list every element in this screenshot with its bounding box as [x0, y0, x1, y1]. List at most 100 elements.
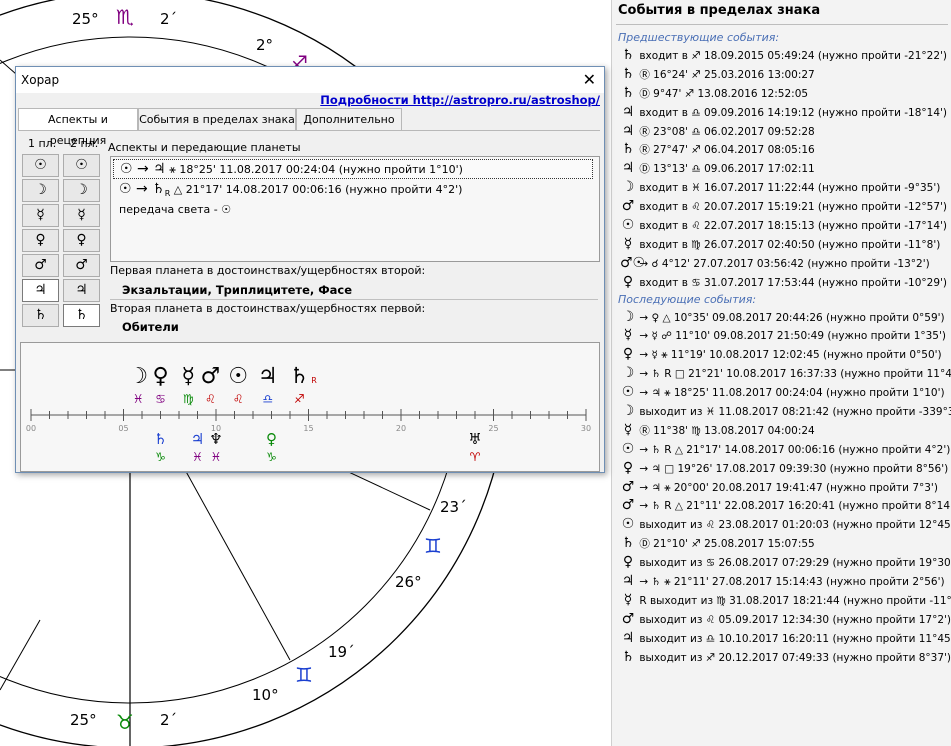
- planet-button-2-mercury[interactable]: ☿: [63, 204, 100, 227]
- planet-icon: ♄: [621, 65, 635, 82]
- events-panel: События в пределах знака Предшествующие …: [611, 0, 951, 746]
- planet-icon: ♂: [621, 478, 635, 495]
- planet-icon: ☿: [181, 364, 195, 389]
- planet-icon: ♃: [621, 629, 635, 646]
- sign-icon: ♑: [266, 450, 277, 464]
- event-row: ♀ → ♃ □ 19°26' 17.08.2017 09:39:30 (нужн…: [612, 459, 951, 478]
- second-planet-label: Вторая планета в достоинствах/ущербностя…: [110, 302, 426, 315]
- tick-label: 20: [396, 424, 406, 433]
- planet-icon: ♃: [621, 122, 635, 139]
- tab-additional[interactable]: Дополнительно: [296, 108, 402, 130]
- planet-icon: ♀: [622, 554, 634, 571]
- planet-icon: ☽: [128, 364, 148, 389]
- event-text: → ♄ R □ 21°21' 10.08.2017 16:37:33 (нужн…: [636, 368, 951, 381]
- aspect-row[interactable]: передача света - ☉: [113, 201, 231, 219]
- planet-button-2-sun[interactable]: ☉: [63, 154, 100, 177]
- planet-button-1-mercury[interactable]: ☿: [22, 204, 59, 227]
- close-icon[interactable]: ✕: [583, 67, 596, 93]
- event-row: ♂ → ♃ ⚹ 20°00' 20.08.2017 19:41:47 (нужн…: [612, 478, 951, 497]
- event-row: ♃ Ⓓ 13°13' ♎ 09.06.2017 17:02:11: [612, 159, 951, 178]
- event-row: ♄ Ⓓ 21°10' ♐ 25.08.2017 15:07:55: [612, 534, 951, 553]
- event-text: → ♄ ⚹ 21°11' 27.08.2017 15:14:43 (нужно …: [636, 576, 945, 589]
- sign-icon: ♐: [294, 392, 305, 406]
- dialog-title: Хорар: [21, 73, 60, 87]
- event-text: Ⓓ 21°10' ♐ 25.08.2017 15:07:55: [636, 538, 815, 551]
- event-text: выходит из ♓ 11.08.2017 08:21:42 (нужно …: [636, 406, 951, 419]
- col1-header: 1 пл.: [28, 137, 57, 150]
- event-row: ♂☉ → ☌ 4°12' 27.07.2017 03:56:42 (нужно …: [612, 254, 951, 273]
- sign-icon: ♓: [211, 450, 222, 464]
- planet-button-1-mars[interactable]: ♂: [22, 254, 59, 277]
- event-text: входит в ♌ 22.07.2017 18:15:13 (нужно пр…: [636, 220, 947, 233]
- aspects-list[interactable]: ☉ → ♃ ⚹ 18°25' 11.08.2017 00:24:04 (нужн…: [110, 156, 600, 262]
- planet-icon: ♅: [468, 430, 481, 448]
- event-row: ☿ Ⓡ 11°38' ♍ 13.08.2017 04:00:24: [612, 421, 951, 440]
- event-row: ♃ → ♄ ⚹ 21°11' 27.08.2017 15:14:43 (нужн…: [612, 572, 951, 591]
- event-text: Ⓡ 23°08' ♎ 06.02.2017 09:52:28: [636, 125, 815, 138]
- sign-icon: ♓: [192, 450, 203, 464]
- event-text: → ♃ □ 19°26' 17.08.2017 09:39:30 (нужно …: [636, 462, 949, 475]
- planet-button-1-moon[interactable]: ☽: [22, 179, 59, 202]
- taurus-icon: ♉: [116, 710, 134, 734]
- planet-icon: ☉: [621, 440, 635, 457]
- planet-button-2-moon[interactable]: ☽: [63, 179, 100, 202]
- planet-button-1-jupiter[interactable]: ♃: [22, 279, 59, 302]
- aspect-glyphs: ☉ → ♄: [119, 181, 165, 197]
- planet-icon: ☉: [621, 217, 635, 234]
- event-row: ♄ Ⓡ 27°47' ♐ 06.04.2017 08:05:16: [612, 140, 951, 159]
- deg-label: 2´: [160, 10, 177, 28]
- event-row: ♄ выходит из ♐ 20.12.2017 07:49:33 (нужн…: [612, 648, 951, 667]
- planet-icon: ♃: [258, 364, 278, 389]
- planet-icon: ☽: [621, 403, 635, 420]
- planet-icon: ☽: [621, 179, 635, 196]
- event-text: Ⓓ 13°13' ♎ 09.06.2017 17:02:11: [636, 163, 815, 176]
- prev-events-label: Предшествующие события:: [618, 31, 780, 44]
- planet-icon: ☿: [623, 421, 633, 438]
- event-text: Ⓓ 9°47' ♐ 13.08.2016 12:52:05: [636, 87, 809, 100]
- planet-button-1-sun[interactable]: ☉: [22, 154, 59, 177]
- event-row: ♄ входит в ♐ 18.09.2015 05:49:24 (нужно …: [612, 46, 951, 65]
- event-row: ♀ выходит из ♋ 26.08.2017 07:29:29 (нужн…: [612, 553, 951, 572]
- aspect-glyphs: ☉ → ♃: [120, 161, 166, 177]
- planet-icon: ♄: [621, 141, 635, 158]
- planet-button-2-venus[interactable]: ♀: [63, 229, 100, 252]
- event-row: ☉ входит в ♌ 22.07.2017 18:15:13 (нужно …: [612, 216, 951, 235]
- details-link[interactable]: Подробности http://astropro.ru/astroshop…: [320, 93, 600, 107]
- planet-button-2-saturn[interactable]: ♄: [63, 304, 100, 327]
- aspect-text: ⚹ 18°25' 11.08.2017 00:24:04 (нужно прой…: [165, 163, 463, 176]
- event-text: выходит из ♌ 05.09.2017 12:34:30 (нужно …: [636, 613, 951, 626]
- planet-icon: ♂: [621, 198, 635, 215]
- deg-label: 26°: [395, 573, 422, 591]
- planet-icon: ♀: [622, 459, 634, 476]
- event-text: выходит из ♌ 23.08.2017 01:20:03 (нужно …: [636, 519, 951, 532]
- house-line: [0, 619, 41, 691]
- aspect-row[interactable]: ☉ → ♄R △ 21°17' 14.08.2017 00:06:16 (нуж…: [113, 180, 462, 198]
- planet-icon: ♂☉: [620, 254, 646, 271]
- sign-icon: ♌: [233, 392, 244, 406]
- planet-button-1-saturn[interactable]: ♄: [22, 304, 59, 327]
- planet-button-1-venus[interactable]: ♀: [22, 229, 59, 252]
- planet-icon: ☽: [621, 365, 635, 382]
- event-text: → ♃ ⚹ 18°25' 11.08.2017 00:24:04 (нужно …: [636, 387, 945, 400]
- tick-label: 25: [488, 424, 498, 433]
- planet-button-2-mars[interactable]: ♂: [63, 254, 100, 277]
- horary-dialog: Хорар ✕ Подробности http://astropro.ru/a…: [15, 66, 605, 473]
- gemini-icon: ♊: [295, 663, 313, 687]
- next-events-list: ☽ → ♀ △ 10°35' 09.08.2017 20:44:26 (нужн…: [612, 308, 951, 667]
- planet-icon: ♄: [621, 648, 635, 665]
- tab-sign-events[interactable]: События в пределах знака: [138, 108, 296, 130]
- aspect-row[interactable]: ☉ → ♃ ⚹ 18°25' 11.08.2017 00:24:04 (нужн…: [113, 159, 593, 179]
- divider: [110, 299, 598, 300]
- event-row: ☽ → ♀ △ 10°35' 09.08.2017 20:44:26 (нужн…: [612, 308, 951, 327]
- retrograde-mark: R: [311, 376, 317, 385]
- tick-label: 05: [118, 424, 128, 433]
- planet-button-2-jupiter[interactable]: ♃: [63, 279, 100, 302]
- event-text: → ♄ R △ 21°11' 22.08.2017 16:20:41 (нужн…: [636, 500, 951, 513]
- scorpio-icon: ♏: [116, 5, 134, 29]
- degree-timeline: 00 05 10 15 20 25 30 ☽ ♓ ♀ ♋ ☿ ♍ ♂ ♌ ☉ ♌ ♃ ♎ ♄ ♐ R ♄ ♑ ♃ ♓ ♆ ♓ ♀ ♑ ♅ ♈: [20, 342, 600, 472]
- dialog-titlebar: Хорар ✕: [16, 67, 604, 93]
- events-panel-title: События в пределах знака: [618, 3, 821, 18]
- planet-icon: ♃: [621, 160, 635, 177]
- tab-aspects[interactable]: Аспекты и рецепция: [18, 108, 138, 147]
- event-text: входит в ♍ 26.07.2017 02:40:50 (нужно пр…: [636, 238, 941, 251]
